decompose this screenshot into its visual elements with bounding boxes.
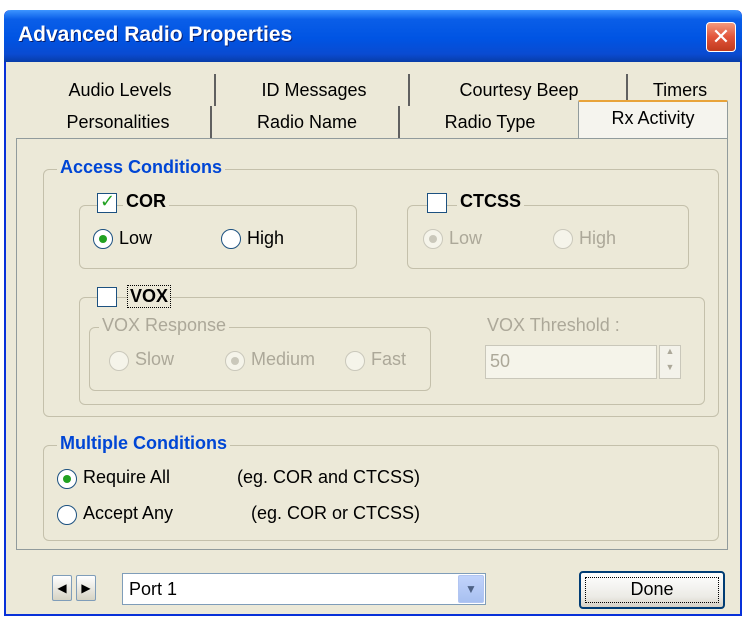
access-conditions-legend: Access Conditions — [57, 157, 226, 178]
vox-threshold-label: VOX Threshold : — [487, 315, 620, 335]
prev-port-button[interactable]: ◀ — [52, 575, 72, 601]
arrow-left-icon: ◀ — [57, 581, 67, 595]
ctcss-high-radio[interactable] — [553, 229, 573, 249]
vox-medium-label: Medium — [251, 349, 316, 369]
arrow-right-icon: ▶ — [81, 581, 91, 595]
ctcss-high-label: High — [579, 228, 617, 248]
rx-activity-panel: Access Conditions ✓ COR Low High CTCSS L… — [16, 138, 728, 550]
selected-dot-icon — [231, 357, 239, 365]
tab-audio-levels[interactable]: Audio Levels — [26, 74, 216, 106]
close-button[interactable]: ✕ — [706, 22, 736, 52]
vox-fast-label: Fast — [371, 349, 407, 369]
spin-up-icon[interactable]: ▲ — [660, 346, 680, 362]
vox-slow-label: Slow — [135, 349, 175, 369]
close-icon: ✕ — [711, 24, 731, 49]
vox-threshold-spinner[interactable]: ▲ ▼ — [659, 345, 681, 379]
cor-high-radio[interactable] — [221, 229, 241, 249]
ctcss-low-label: Low — [449, 228, 483, 248]
tab-rx-activity[interactable]: Rx Activity — [578, 100, 728, 140]
vox-checkbox[interactable] — [97, 287, 117, 307]
ctcss-low-radio[interactable] — [423, 229, 443, 249]
tab-radio-type[interactable]: Radio Type — [404, 106, 576, 138]
vox-medium-radio[interactable] — [225, 351, 245, 371]
footer-bar: ◀ ▶ Port 1 ▼ Done — [6, 563, 740, 615]
accept-any-hint: (eg. COR or CTCSS) — [251, 503, 421, 523]
require-all-radio[interactable] — [57, 469, 77, 489]
cor-low-label: Low — [119, 228, 153, 248]
vox-threshold-input[interactable]: 50 — [485, 345, 657, 379]
vox-slow-radio[interactable] — [109, 351, 129, 371]
done-button[interactable]: Done — [579, 571, 725, 609]
cor-label: COR — [123, 191, 169, 212]
ctcss-checkbox[interactable] — [427, 193, 447, 213]
window-title: Advanced Radio Properties — [18, 23, 293, 46]
multiple-conditions-group — [43, 445, 719, 541]
chevron-down-icon[interactable]: ▼ — [458, 575, 484, 603]
spin-down-icon[interactable]: ▼ — [660, 362, 680, 378]
focus-ring — [585, 577, 719, 603]
vox-response-legend: VOX Response — [99, 315, 230, 336]
selected-dot-icon — [63, 475, 71, 483]
tab-id-messages[interactable]: ID Messages — [220, 74, 410, 106]
cor-high-label: High — [247, 228, 285, 248]
cor-low-radio[interactable] — [93, 229, 113, 249]
require-all-label: Require All — [83, 467, 171, 487]
checkmark-icon: ✓ — [100, 191, 116, 211]
vox-fast-radio[interactable] — [345, 351, 365, 371]
next-port-button[interactable]: ▶ — [76, 575, 96, 601]
cor-checkbox[interactable]: ✓ — [97, 191, 117, 213]
title-bar[interactable]: Advanced Radio Properties ✕ — [4, 10, 742, 62]
accept-any-radio[interactable] — [57, 505, 77, 525]
multiple-conditions-legend: Multiple Conditions — [57, 433, 230, 454]
port-select-value: Port 1 — [129, 579, 178, 599]
tab-personalities[interactable]: Personalities — [26, 106, 212, 138]
advanced-radio-properties-window: Advanced Radio Properties ✕ Audio Levels… — [4, 10, 742, 616]
selected-dot-icon — [99, 235, 107, 243]
require-all-hint: (eg. COR and CTCSS) — [237, 467, 421, 487]
selected-dot-icon — [429, 235, 437, 243]
vox-label: VOX — [127, 285, 172, 308]
ctcss-label: CTCSS — [457, 191, 525, 212]
accept-any-label: Accept Any — [83, 503, 174, 523]
tab-radio-name[interactable]: Radio Name — [216, 106, 400, 138]
port-select[interactable]: Port 1 ▼ — [122, 573, 486, 605]
